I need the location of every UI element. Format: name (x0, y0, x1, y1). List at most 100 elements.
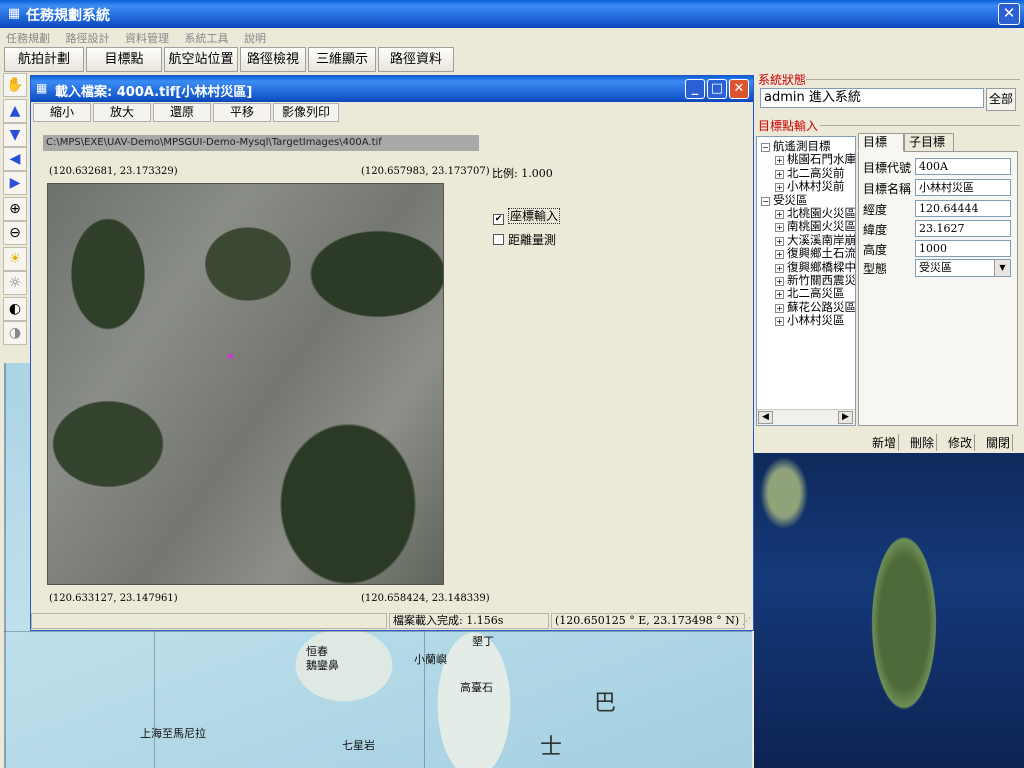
target-name-input[interactable]: 小林村災區 (915, 179, 1011, 196)
aerial-plan-button[interactable]: 航拍計劃 (4, 47, 84, 72)
modify-button[interactable]: 修改 (948, 434, 976, 451)
altitude-input[interactable]: 1000 (915, 240, 1011, 257)
system-status-title: 系統狀態 (758, 73, 807, 87)
tree-node[interactable]: + 小林村災區 (775, 312, 845, 328)
coord-bottom-left: (120.633127, 23.147961) (49, 593, 178, 604)
3d-display-button[interactable]: 三維顯示 (308, 47, 376, 72)
zoom-out-button[interactable]: 縮小 (33, 103, 91, 122)
target-input-title: 目標點輸入 (758, 119, 819, 133)
zoom-in-icon[interactable]: ⊕ (3, 197, 27, 221)
load-status: 檔案載入完成: 1.156s (389, 613, 549, 629)
longitude-label: 經度 (863, 203, 888, 217)
left-toolstrip: ✋ ▲ ▼ ◀ ▶ ⊕ ⊖ ☀ ☼ ◐ ◑ (0, 73, 30, 363)
type-select-value: 受災區 (919, 261, 952, 274)
arrow-right-icon[interactable]: ▶ (3, 171, 27, 195)
distance-measure-label: 距離量測 (508, 233, 557, 247)
coord-top-left: (120.632681, 23.173329) (49, 166, 178, 177)
maximize-icon[interactable]: □ (707, 79, 727, 99)
system-status-field[interactable]: admin 進入系統 (760, 88, 984, 108)
tab-target[interactable]: 目標 (858, 133, 904, 152)
tree-horizontal-scrollbar[interactable]: ◀ ▶ (757, 409, 855, 425)
aerial-image[interactable]: ✕ (47, 183, 444, 585)
target-code-input[interactable]: 400A (915, 158, 1011, 175)
map-label: 高臺石 (460, 681, 493, 694)
zoom-in-button[interactable]: 放大 (93, 103, 151, 122)
brightness-down-icon[interactable]: ☼ (3, 271, 27, 295)
path-view-button[interactable]: 路徑檢視 (240, 47, 306, 72)
altitude-label: 高度 (863, 243, 888, 257)
target-marker: ✕ (226, 352, 235, 363)
image-viewer-title-bar[interactable]: ▦ 載入檔案: 400A.tif[小林村災區] _ □ ✕ (31, 76, 753, 102)
right-panel: 系統狀態 admin 進入系統 全部 目標點輸入 − 航遙測目標 + 桃園石門水庫 + 北… (754, 73, 1024, 453)
restore-button[interactable]: 還原 (153, 103, 211, 122)
latitude-input[interactable]: 23.1627 (915, 220, 1011, 237)
arrow-up-icon[interactable]: ▲ (3, 99, 27, 123)
check-icon: ✔ (493, 214, 504, 225)
map-label: 鵝鑾鼻 (306, 659, 339, 672)
hand-icon[interactable]: ✋ (3, 73, 27, 97)
target-form: 目標代號 400A 目標名稱 小林村災區 經度 120.64444 緯度 23.… (858, 151, 1018, 426)
contrast-up-icon[interactable]: ◐ (3, 297, 27, 321)
type-label: 型態 (863, 262, 888, 276)
app-title-bar: ▦ 任務規劃系統 ✕ (0, 0, 1024, 28)
scale-label: 比例: 1.000 (492, 167, 553, 180)
path-data-button[interactable]: 路徑資料 (378, 47, 454, 72)
coord-input-checkbox[interactable]: ✔ 座標輸入 (493, 207, 561, 225)
scroll-right-icon[interactable]: ▶ (838, 411, 853, 424)
close-icon[interactable]: ✕ (729, 79, 749, 99)
map-label: 巴 (594, 691, 617, 716)
cursor-coordinates: (120.650125 ° E, 23.173498 ° N) (551, 613, 745, 629)
collapse-icon[interactable]: − (761, 143, 770, 152)
contrast-down-icon[interactable]: ◑ (3, 321, 27, 345)
target-code-label: 目標代號 (863, 161, 912, 175)
image-status-bar: 檔案載入完成: 1.156s (120.650125 ° E, 23.17349… (31, 611, 753, 631)
longitude-input[interactable]: 120.64444 (915, 200, 1011, 217)
file-path: C:\MPS\EXE\UAV-Demo\MPSGUI-Demo-Mysql\Ta… (43, 135, 479, 151)
menu-data-management[interactable]: 資料管理 (119, 28, 175, 46)
print-image-button[interactable]: 影像列印 (273, 103, 339, 122)
zoom-out-icon[interactable]: ⊖ (3, 221, 27, 245)
map-label: 士 (540, 735, 563, 760)
distance-measure-checkbox[interactable]: 距離量測 (493, 231, 556, 248)
close-panel-button[interactable]: 關閉 (986, 434, 1014, 451)
all-button[interactable]: 全部 (986, 88, 1016, 111)
window-icon: ▦ (36, 81, 48, 95)
coord-input-label: 座標輸入 (508, 208, 561, 224)
arrow-down-icon[interactable]: ▼ (3, 123, 27, 147)
checkbox-empty-icon (493, 234, 504, 245)
coord-bottom-right: (120.658424, 23.148339) (361, 593, 490, 604)
arrow-left-icon[interactable]: ◀ (3, 147, 27, 171)
type-select[interactable]: 受災區 ▼ (915, 259, 1011, 277)
close-icon[interactable]: ✕ (998, 3, 1020, 25)
brightness-up-icon[interactable]: ☀ (3, 247, 27, 271)
tab-subtarget[interactable]: 子目標 (904, 133, 954, 152)
map-label: 上海至馬尼拉 (140, 727, 206, 740)
map-label: 墾丁 (472, 635, 494, 648)
target-point-button[interactable]: 目標點 (86, 47, 162, 72)
pan-button[interactable]: 平移 (213, 103, 271, 122)
app-icon: ▦ (7, 6, 21, 21)
app-title: 任務規劃系統 (26, 8, 110, 24)
menu-path-design[interactable]: 路徑設計 (60, 28, 116, 46)
image-toolbar: 縮小 放大 還原 平移 影像列印 (31, 103, 753, 123)
target-tree[interactable]: − 航遙測目標 + 桃園石門水庫 + 北二高災前 + 小林村災前 − 受災區 + 北桃園火災區 + 南桃園… (756, 136, 856, 426)
menu-help[interactable]: 說明 (238, 28, 272, 46)
delete-button[interactable]: 刪除 (910, 434, 938, 451)
minimize-icon[interactable]: _ (685, 79, 705, 99)
airport-location-button[interactable]: 航空站位置 (164, 47, 238, 72)
target-name-label: 目標名稱 (863, 182, 912, 196)
latitude-label: 緯度 (863, 223, 888, 237)
expand-icon[interactable]: + (775, 317, 784, 327)
satellite-globe-view[interactable] (754, 453, 1024, 768)
scroll-left-icon[interactable]: ◀ (758, 411, 773, 424)
chevron-down-icon[interactable]: ▼ (994, 260, 1010, 276)
collapse-icon[interactable]: − (761, 196, 770, 206)
resize-grip-icon[interactable]: ⋰ (742, 617, 751, 627)
menu-system-tools[interactable]: 系統工具 (179, 28, 235, 46)
menu-mission-planning[interactable]: 任務規劃 (0, 28, 56, 46)
map-label: 七星岩 (342, 739, 375, 752)
add-button[interactable]: 新增 (872, 434, 900, 451)
menu-bar: 任務規劃 路徑設計 資料管理 系統工具 說明 (0, 28, 1024, 46)
image-viewer-title: 載入檔案: 400A.tif[小林村災區] (55, 85, 253, 100)
coord-top-right: (120.657983, 23.173707) (361, 166, 490, 177)
